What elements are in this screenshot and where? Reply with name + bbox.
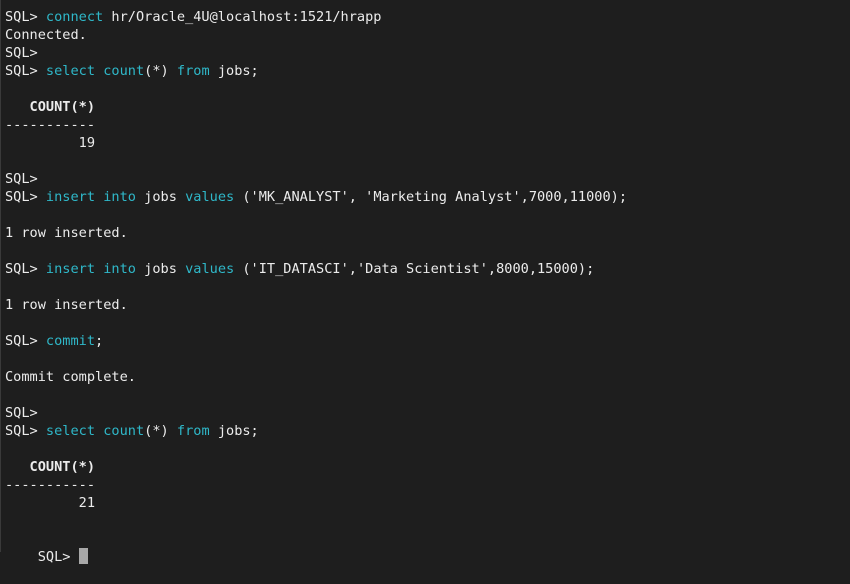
terminal-text: 1 row inserted. xyxy=(5,297,128,313)
terminal-text: ; xyxy=(95,333,104,349)
terminal-window[interactable]: SQL> connect hr/Oracle_4U@localhost:1521… xyxy=(0,0,850,565)
terminal-text: SQL> xyxy=(5,405,38,421)
window-edge xyxy=(0,0,1,552)
terminal-line: 19 xyxy=(5,134,95,152)
terminal-line: SQL> xyxy=(5,404,38,422)
sql-keyword: into xyxy=(103,189,136,205)
sql-keyword: from xyxy=(176,423,210,439)
terminal-text: 21 xyxy=(5,495,96,511)
terminal-text: SQL> xyxy=(5,63,46,79)
terminal-text: SQL> xyxy=(5,171,38,187)
terminal-line: Commit complete. xyxy=(5,368,136,386)
terminal-line: 21 xyxy=(5,494,95,512)
terminal-text: SQL> xyxy=(5,333,46,349)
terminal-line: 1 row inserted. xyxy=(5,224,128,242)
sql-keyword: count xyxy=(103,423,145,439)
terminal-text: SQL> xyxy=(5,261,46,277)
sql-keyword: into xyxy=(103,261,136,277)
terminal-line: SQL> select count(*) from jobs; xyxy=(5,62,259,80)
terminal-line: Connected. xyxy=(5,26,87,44)
terminal-line: ----------- xyxy=(5,476,95,494)
terminal-line: SQL> xyxy=(5,44,38,62)
sql-keyword: from xyxy=(176,63,210,79)
sql-keyword: insert xyxy=(45,261,96,277)
column-header: COUNT(*) xyxy=(5,459,96,475)
terminal-line: SQL> insert into jobs values ('IT_DATASC… xyxy=(5,260,594,278)
current-prompt: SQL> xyxy=(37,549,79,565)
terminal-text: 19 xyxy=(5,135,96,151)
cursor xyxy=(78,548,88,564)
terminal-text: Commit complete. xyxy=(5,369,136,385)
terminal-text: SQL> xyxy=(5,45,38,61)
terminal-text: Connected. xyxy=(5,27,87,43)
terminal-text: jobs xyxy=(135,261,186,277)
sql-keyword: values xyxy=(185,189,235,205)
terminal-line: COUNT(*) xyxy=(5,458,95,476)
terminal-text: jobs xyxy=(135,189,186,205)
terminal-line: 1 row inserted. xyxy=(5,296,128,314)
terminal-text: (*) xyxy=(144,423,177,439)
terminal-text: SQL> xyxy=(5,423,46,439)
sql-keyword: count xyxy=(103,63,145,79)
sql-keyword: insert xyxy=(45,189,96,205)
terminal-text: 1 row inserted. xyxy=(5,225,128,241)
terminal-line: SQL> commit; xyxy=(5,332,103,350)
terminal-line: SQL> xyxy=(5,170,38,188)
sql-keyword: values xyxy=(185,261,235,277)
terminal-text: (*) xyxy=(144,63,177,79)
sql-keyword: select xyxy=(45,423,96,439)
terminal-line: COUNT(*) xyxy=(5,98,95,116)
terminal-text: hr/Oracle_4U@localhost:1521/hrapp xyxy=(103,9,382,25)
terminal-text: jobs; xyxy=(209,423,259,439)
terminal-text: ('MK_ANALYST', 'Marketing Analyst',7000,… xyxy=(234,189,628,205)
current-prompt-line[interactable]: SQL> xyxy=(5,530,88,565)
sql-keyword: commit xyxy=(45,333,96,349)
terminal-line: SQL> connect hr/Oracle_4U@localhost:1521… xyxy=(5,8,381,26)
terminal-line: SQL> select count(*) from jobs; xyxy=(5,422,259,440)
terminal-text: SQL> xyxy=(5,9,46,25)
terminal-line: SQL> insert into jobs values ('MK_ANALYS… xyxy=(5,188,627,206)
terminal-text: SQL> xyxy=(5,189,46,205)
terminal-line: ----------- xyxy=(5,116,95,134)
terminal-text: jobs; xyxy=(209,63,259,79)
column-header: COUNT(*) xyxy=(5,99,96,115)
terminal-text: ----------- xyxy=(5,477,96,493)
sql-keyword: select xyxy=(45,63,96,79)
sql-keyword: connect xyxy=(45,9,104,25)
terminal-text: ----------- xyxy=(5,117,96,133)
terminal-text: ('IT_DATASCI','Data Scientist',8000,1500… xyxy=(234,261,595,277)
